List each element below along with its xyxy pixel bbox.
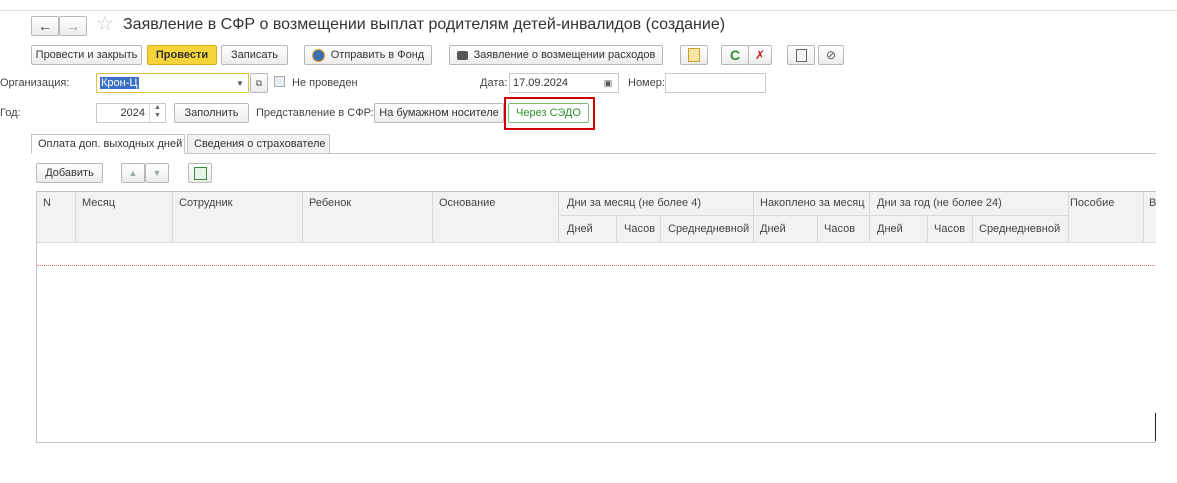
number-label: Номер: [628, 77, 665, 89]
col-am-hours[interactable]: Часов [824, 223, 855, 235]
top-border [0, 10, 1177, 11]
col-employee[interactable]: Сотрудник [179, 197, 232, 209]
back-arrow-icon: ← [38, 18, 52, 34]
col-dm-hours[interactable]: Часов [624, 223, 655, 235]
col-sep [927, 215, 928, 242]
year-label: Год: [0, 107, 21, 119]
col-sep [172, 192, 173, 242]
forward-arrow-icon: → [66, 18, 80, 34]
col-benefit[interactable]: Пособие [1070, 197, 1114, 209]
post-close-button[interactable]: Провести и закрыть [31, 45, 142, 65]
date-value: 17.09.2024 [513, 77, 569, 89]
report-button[interactable] [680, 45, 708, 65]
col-sep [972, 215, 973, 242]
attach-button[interactable]: ⊘ [818, 45, 844, 65]
payments-table[interactable]: N Месяц Сотрудник Ребенок Основание Дни … [36, 191, 1156, 443]
back-button[interactable]: ← [31, 16, 59, 36]
move-up-button[interactable]: ▲ [121, 163, 145, 183]
col-sep [302, 192, 303, 242]
dropdown-icon[interactable]: ▼ [232, 74, 248, 92]
clear-icon: ✗ [754, 48, 766, 62]
col-basis[interactable]: Основание [439, 197, 495, 209]
col-sep [753, 192, 754, 242]
col-n[interactable]: N [43, 197, 51, 209]
col-days-year[interactable]: Дни за год (не более 24) [877, 197, 1002, 209]
col-child[interactable]: Ребенок [309, 197, 351, 209]
col-am-days[interactable]: Дней [760, 223, 786, 235]
subheader-line-1 [558, 215, 1068, 216]
col-dm-avg[interactable]: Среднедневной [668, 223, 749, 235]
org-value: Крон-Ц [100, 77, 139, 89]
move-down-button[interactable]: ▼ [145, 163, 169, 183]
send-fund-button[interactable]: Отправить в Фонд [304, 45, 432, 65]
date-label: Дата: [480, 77, 508, 89]
clear-button[interactable]: ✗ [748, 45, 772, 65]
col-dy-days[interactable]: Дней [877, 223, 903, 235]
col-sep [1143, 192, 1144, 242]
col-accum-month[interactable]: Накоплено за месяц [760, 197, 865, 209]
add-button[interactable]: Добавить [36, 163, 103, 183]
org-label: Организация: [0, 77, 70, 89]
text-cursor [1155, 413, 1156, 441]
number-field[interactable] [665, 73, 766, 93]
printer-icon [456, 50, 468, 60]
tab-additional-days[interactable]: Оплата доп. выходных дней [31, 134, 185, 154]
move-down-icon: ▼ [152, 168, 162, 178]
print-application-label: Заявление о возмещении расходов [473, 49, 656, 61]
col-days-month[interactable]: Дни за месяц (не более 4) [567, 197, 701, 209]
col-sep [1068, 192, 1069, 242]
header-bottom-line [37, 242, 1156, 243]
document-icon [795, 48, 807, 62]
submission-sedo-button[interactable]: Через СЭДО [508, 103, 589, 123]
excel-icon [193, 166, 207, 180]
col-sep [869, 192, 870, 242]
open-button[interactable]: ⧉ [250, 73, 268, 93]
col-sep [817, 215, 818, 242]
tab-insurer-info[interactable]: Сведения о страхователе [187, 134, 330, 154]
save-button[interactable]: Записать [221, 45, 288, 65]
fund-icon [311, 48, 325, 62]
org-field[interactable]: Крон-Ц [96, 73, 249, 93]
col-dm-days[interactable]: Дней [567, 223, 593, 235]
fill-button[interactable]: Заполнить [174, 103, 249, 123]
submission-paper-button[interactable]: На бумажном носителе [374, 103, 504, 123]
col-sep [432, 192, 433, 242]
submission-label: Представление в СФР: [256, 107, 374, 119]
post-button[interactable]: Провести [147, 45, 217, 65]
refresh-button[interactable]: C [721, 45, 749, 65]
report-icon [688, 48, 700, 62]
col-sep [75, 192, 76, 242]
col-dy-hours[interactable]: Часов [934, 223, 965, 235]
col-dy-avg[interactable]: Среднедневной [979, 223, 1060, 235]
attach-icon: ⊘ [825, 48, 837, 62]
move-up-icon: ▲ [128, 168, 138, 178]
calendar-icon[interactable]: ▣ [600, 75, 616, 91]
document-button[interactable] [787, 45, 815, 65]
star-icon[interactable]: ☆ [96, 13, 114, 35]
year-value: 2024 [120, 107, 145, 119]
send-fund-label: Отправить в Фонд [330, 49, 425, 61]
open-icon: ⧉ [255, 77, 263, 88]
print-application-button[interactable]: Заявление о возмещении расходов [449, 45, 663, 65]
col-sep [660, 215, 661, 242]
spin-icon[interactable]: ▲ ▼ [149, 104, 165, 122]
status-checkbox-icon [274, 76, 285, 87]
col-sep [616, 215, 617, 242]
col-cut[interactable]: В [1149, 197, 1156, 209]
col-sep [558, 192, 559, 242]
status-text: Не проведен [292, 77, 358, 89]
col-month[interactable]: Месяц [82, 197, 115, 209]
forward-button[interactable]: → [59, 16, 87, 36]
row-separator [37, 265, 1156, 266]
refresh-icon: C [729, 47, 741, 63]
excel-button[interactable] [188, 163, 212, 183]
page-title: Заявление в СФР о возмещении выплат роди… [123, 16, 726, 33]
